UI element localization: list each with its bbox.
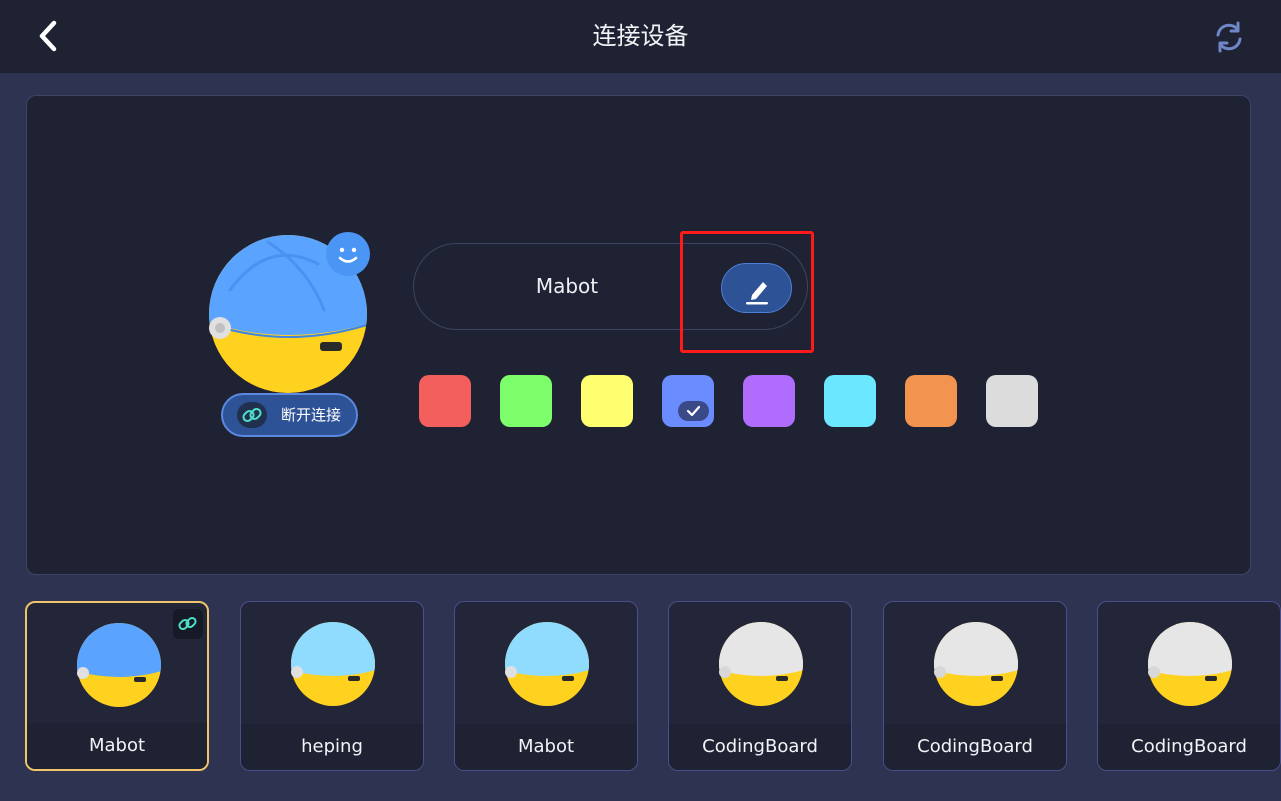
device-card[interactable]: CodingBoard — [883, 601, 1067, 771]
color-swatch-red[interactable] — [419, 375, 471, 427]
device-name-field: Mabot — [413, 243, 808, 330]
robot-top — [934, 622, 1018, 676]
color-swatch-green[interactable] — [500, 375, 552, 427]
device-card[interactable]: Mabot — [25, 601, 209, 771]
color-swatch-blue[interactable] — [662, 375, 714, 427]
device-card[interactable]: heping — [240, 601, 424, 771]
robot-top — [77, 623, 161, 677]
color-swatch-yellow[interactable] — [581, 375, 633, 427]
device-card-name: Mabot — [27, 723, 207, 769]
link-icon — [237, 402, 267, 428]
refresh-button[interactable] — [1210, 18, 1248, 56]
robot-top — [719, 622, 803, 676]
device-card-name: Mabot — [455, 724, 637, 770]
edit-name-button[interactable] — [721, 263, 792, 313]
color-swatch-orange[interactable] — [905, 375, 957, 427]
disconnect-button[interactable]: 断开连接 — [221, 393, 358, 437]
page-title: 连接设备 — [592, 22, 689, 50]
device-card-name: CodingBoard — [884, 724, 1066, 770]
top-bar: 连接设备 — [0, 0, 1281, 73]
device-card-name: heping — [241, 724, 423, 770]
disconnect-label: 断开连接 — [281, 406, 342, 424]
robot-top — [291, 622, 375, 676]
robot-top — [1148, 622, 1232, 676]
device-name: Mabot — [535, 274, 599, 298]
smiley-icon — [326, 232, 370, 276]
robot-thumbnail — [1148, 622, 1232, 706]
robot-thumbnail — [291, 622, 375, 706]
robot-thumbnail — [77, 623, 161, 707]
robot-thumbnail — [505, 622, 589, 706]
device-card[interactable]: Mabot — [454, 601, 638, 771]
device-card-name: CodingBoard — [1098, 724, 1280, 770]
robot-thumbnail — [934, 622, 1018, 706]
connected-link-icon — [173, 609, 203, 639]
device-card[interactable]: CodingBoard — [1097, 601, 1281, 771]
robot-top — [505, 622, 589, 676]
device-card[interactable]: CodingBoard — [668, 601, 852, 771]
check-icon — [678, 401, 709, 421]
device-card-name: CodingBoard — [669, 724, 851, 770]
robot-thumbnail — [719, 622, 803, 706]
pencil-icon — [746, 282, 768, 305]
color-swatch-gray[interactable] — [986, 375, 1038, 427]
color-swatch-purple[interactable] — [743, 375, 795, 427]
refresh-icon — [1216, 21, 1242, 53]
color-swatch-cyan[interactable] — [824, 375, 876, 427]
